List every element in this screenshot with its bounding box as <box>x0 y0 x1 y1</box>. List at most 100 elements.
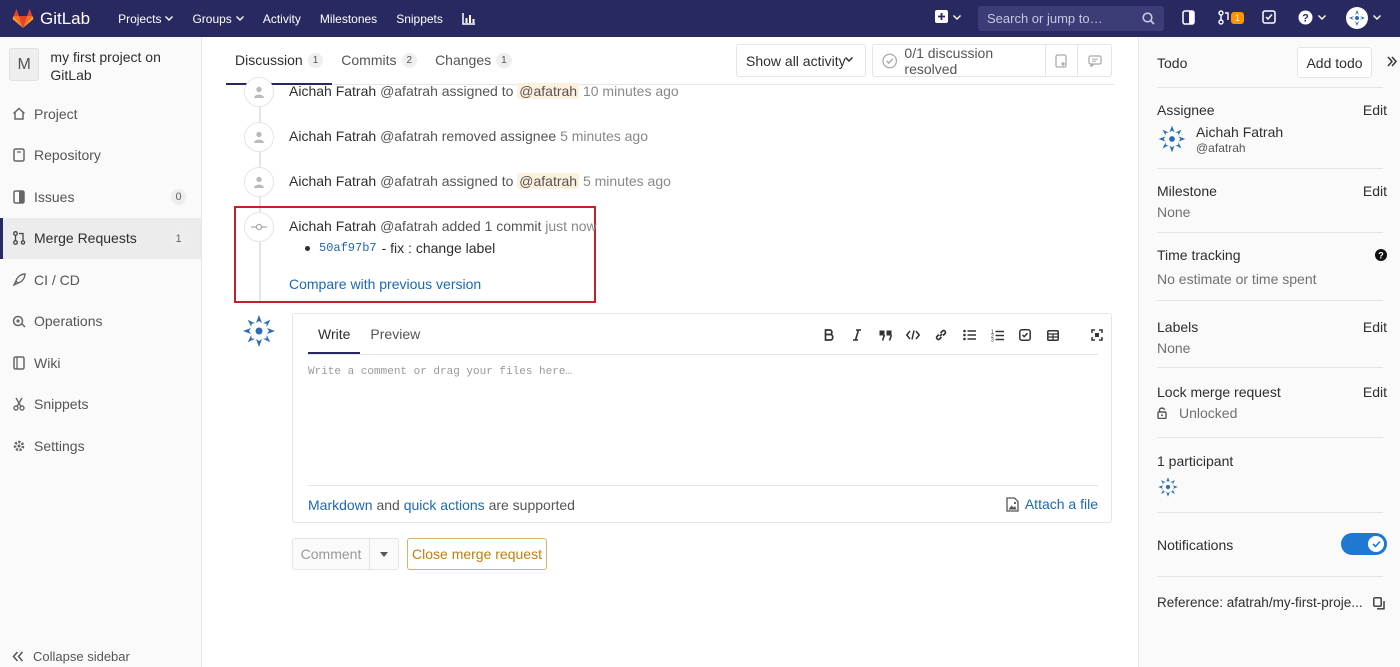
comment-type-dropdown[interactable] <box>370 539 398 569</box>
nav-snippets[interactable]: Snippets <box>396 12 443 26</box>
tab-preview[interactable]: Preview <box>360 314 430 354</box>
numbered-list-button[interactable]: 123 <box>983 329 1011 342</box>
sidebar-item-operations[interactable]: Operations <box>0 301 201 343</box>
gitlab-logo[interactable]: GitLab <box>12 0 90 37</box>
sidebar-item-ci-cd[interactable]: CI / CD <box>0 259 201 301</box>
sidebar-item-snippets[interactable]: Snippets <box>0 384 201 426</box>
merge-request-icon[interactable] <box>1218 10 1232 25</box>
fullscreen-button[interactable] <box>1083 329 1111 341</box>
nav-groups[interactable]: Groups <box>192 12 244 26</box>
sidebar-item-label: Repository <box>34 147 101 164</box>
supported-text: are supported <box>488 496 575 513</box>
quote-button[interactable] <box>871 330 899 341</box>
wiki-icon <box>13 356 25 370</box>
event-handle[interactable]: @afatrah <box>380 83 438 99</box>
event-author[interactable]: Aichah Fatrah <box>289 173 376 189</box>
table-button[interactable] <box>1039 329 1067 341</box>
check-circle-icon <box>882 53 898 68</box>
search-placeholder: Search or jump to… <box>987 11 1103 26</box>
close-merge-request-button[interactable]: Close merge request <box>407 538 547 570</box>
chart-icon[interactable] <box>462 12 476 25</box>
timeline-event: Aichah Fatrah @afatrah assigned to @afat… <box>244 77 679 107</box>
jump-to-discussion-button[interactable] <box>1078 45 1111 76</box>
lock-edit-link[interactable]: Edit <box>1363 384 1387 400</box>
sidebar-item-label: Issues <box>34 188 75 205</box>
milestone-edit-link[interactable]: Edit <box>1363 183 1387 199</box>
event-time: just now <box>545 218 597 234</box>
participant-avatar[interactable] <box>1157 476 1179 498</box>
lock-title: Lock merge request <box>1157 384 1281 400</box>
link-button[interactable] <box>927 328 955 342</box>
add-todo-button[interactable]: Add todo <box>1297 47 1372 78</box>
event-author[interactable]: Aichah Fatrah <box>289 218 376 234</box>
bold-button[interactable] <box>815 329 843 341</box>
chevron-down-icon[interactable] <box>1318 15 1326 20</box>
event-handle[interactable]: @afatrah <box>380 173 438 189</box>
labels-edit-link[interactable]: Edit <box>1363 319 1387 335</box>
chevron-down-icon[interactable] <box>953 15 961 20</box>
resolve-issue-button[interactable] <box>1046 45 1079 76</box>
sidebar-toggle-icon[interactable] <box>1182 10 1195 25</box>
chevron-down-icon[interactable] <box>1373 15 1381 20</box>
merge-requests-count-badge: 1 <box>171 230 186 247</box>
attach-file-label: Attach a file <box>1024 496 1098 512</box>
sidebar-item-settings[interactable]: Settings <box>0 425 201 467</box>
help-icon[interactable]: ? <box>1375 249 1387 261</box>
chevron-down-icon <box>235 16 244 21</box>
tab-write[interactable]: Write <box>308 314 361 354</box>
double-chevron-right-icon[interactable] <box>1387 56 1397 67</box>
commit-sha-link[interactable]: 50af97b7 <box>319 241 377 255</box>
activity-filter-dropdown[interactable]: Show all activity <box>736 44 866 77</box>
new-plus-icon[interactable] <box>935 10 948 23</box>
assignee-avatar <box>1158 125 1186 153</box>
comment-textarea[interactable]: Write a comment or drag your files here… <box>308 366 1098 484</box>
event-mention[interactable]: @afatrah <box>517 83 580 99</box>
quick-actions-link[interactable]: quick actions <box>404 497 485 513</box>
notifications-toggle[interactable] <box>1341 533 1387 555</box>
event-author[interactable]: Aichah Fatrah <box>289 128 376 144</box>
copy-icon[interactable] <box>1373 597 1385 610</box>
collapse-sidebar-button[interactable]: Collapse sidebar <box>12 649 130 664</box>
event-author[interactable]: Aichah Fatrah <box>289 83 376 99</box>
assignee-user[interactable]: Aichah Fatrah @afatrah <box>1157 124 1383 155</box>
nav-projects[interactable]: Projects <box>118 11 174 26</box>
settings-icon <box>13 440 25 452</box>
comment-button[interactable]: Comment <box>293 539 370 569</box>
compare-previous-version-link[interactable]: Compare with previous version <box>289 276 481 292</box>
user-avatar[interactable] <box>1346 7 1368 29</box>
attach-file-button[interactable]: Attach a file <box>1006 496 1098 512</box>
event-handle[interactable]: @afatrah <box>380 218 438 234</box>
code-button[interactable] <box>899 330 927 340</box>
assignee-edit-link[interactable]: Edit <box>1363 102 1387 118</box>
sidebar-item-merge-requests[interactable]: Merge Requests 1 <box>0 217 201 259</box>
reference-text: Reference: afatrah/my-first-proje... <box>1157 595 1363 610</box>
markdown-link[interactable]: Markdown <box>308 497 373 513</box>
search-input[interactable]: Search or jump to… <box>978 6 1164 31</box>
nav-projects-label: Projects <box>118 11 162 26</box>
labels-title: Labels <box>1157 319 1199 335</box>
project-header[interactable]: M my first project on GitLab <box>0 37 201 93</box>
rocket-icon <box>12 273 26 287</box>
help-icon[interactable]: ? <box>1298 10 1313 25</box>
sidebar-item-repository[interactable]: Repository <box>0 135 201 177</box>
current-user-avatar[interactable] <box>241 313 277 349</box>
sidebar-item-issues[interactable]: Issues 0 <box>0 176 201 218</box>
event-text: Aichah Fatrah @afatrah assigned to @afat… <box>289 83 679 99</box>
sidebar-item-wiki[interactable]: Wiki <box>0 342 201 384</box>
sidebar-item-label: Snippets <box>34 396 89 413</box>
italic-button[interactable] <box>843 329 871 341</box>
comment-split-button: Comment <box>292 538 399 570</box>
event-mention[interactable]: @afatrah <box>517 173 580 189</box>
nav-milestones[interactable]: Milestones <box>320 12 377 26</box>
nav-activity[interactable]: Activity <box>263 12 301 26</box>
task-list-button[interactable] <box>1011 329 1039 341</box>
chevron-down-icon <box>845 57 853 62</box>
bullet-list-button[interactable] <box>955 329 983 341</box>
sidebar-item-project[interactable]: Project <box>0 93 201 135</box>
todo-section: Todo Add todo <box>1157 37 1397 88</box>
commit-list-item: 50af97b7 - fix : change label <box>305 240 495 256</box>
event-handle[interactable]: @afatrah <box>380 128 438 144</box>
file-image-icon <box>1006 496 1019 512</box>
project-name: my first project on GitLab <box>50 49 161 83</box>
todo-check-icon[interactable] <box>1262 10 1276 24</box>
